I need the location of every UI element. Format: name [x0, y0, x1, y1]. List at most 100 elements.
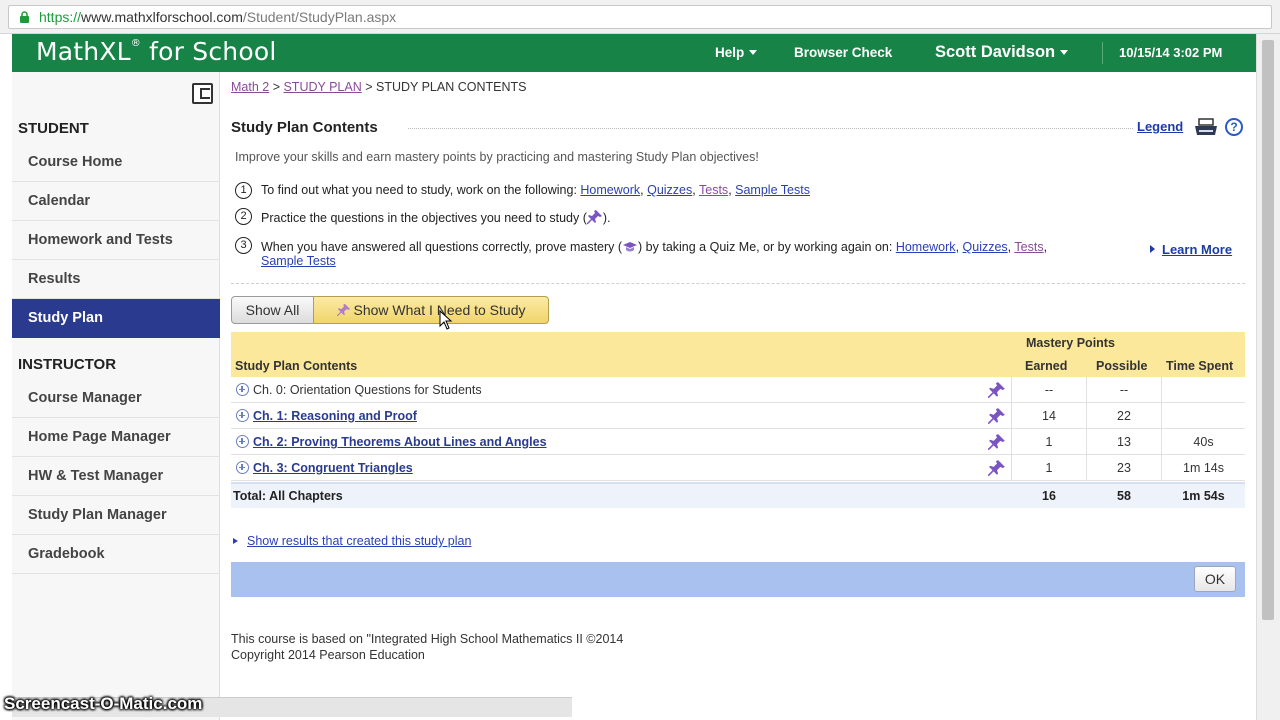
step-2-text-before: Practice the questions in the objectives… — [261, 211, 587, 225]
earned-header: Earned — [1025, 359, 1068, 373]
lock-icon — [20, 11, 29, 23]
homework-link[interactable]: Homework — [896, 240, 956, 254]
triangle-right-icon — [233, 538, 238, 544]
breadcrumb-current: STUDY PLAN CONTENTS — [375, 80, 527, 94]
total-label: Total: All Chapters — [233, 489, 343, 503]
page-title: Study Plan Contents — [231, 119, 378, 136]
show-results-link[interactable]: Show results that created this study pla… — [233, 534, 471, 548]
sidebar-item-hw-test-manager[interactable]: HW & Test Manager — [12, 457, 220, 496]
breadcrumb-study-plan-link[interactable]: STUDY PLAN — [283, 80, 361, 94]
table-total-row: Total: All Chapters 16 58 1m 54s — [231, 482, 1245, 508]
ok-button[interactable]: OK — [1194, 566, 1236, 592]
print-icon[interactable] — [1193, 118, 1219, 136]
possible-header: Possible — [1096, 359, 1148, 373]
legend-link[interactable]: Legend — [1137, 119, 1183, 134]
show-what-i-need-button[interactable]: Show What I Need to Study — [313, 296, 549, 324]
url-path: /Student/StudyPlan.aspx — [242, 9, 397, 25]
sidebar-item-study-plan[interactable]: Study Plan — [12, 299, 220, 338]
browser-check-label: Browser Check — [794, 45, 893, 60]
sidebar-item-gradebook[interactable]: Gradebook — [12, 535, 220, 574]
table-row: Ch. 2: Proving Theorems About Lines and … — [231, 429, 1245, 455]
tests-link[interactable]: Tests — [699, 183, 728, 197]
sidebar-item-home-page-manager[interactable]: Home Page Manager — [12, 418, 220, 457]
title-divider — [408, 128, 1133, 129]
sidebar-item-results[interactable]: Results — [12, 260, 220, 299]
pushpin-icon — [336, 303, 350, 317]
mouse-cursor-icon — [439, 310, 453, 330]
quizzes-link[interactable]: Quizzes — [647, 183, 692, 197]
chapter-name: Ch. 0: Orientation Questions for Student… — [253, 383, 482, 397]
pushpin-icon — [988, 408, 1005, 424]
main-content: Math 2 > STUDY PLAN > STUDY PLAN CONTENT… — [220, 72, 1256, 720]
step-text: Practice the questions in the objectives… — [261, 209, 611, 225]
app-header: MathXL® for School Help Browser Check Sc… — [12, 34, 1256, 72]
sidebar-item-course-manager[interactable]: Course Manager — [12, 379, 220, 418]
step-3-text-before: When you have answered all questions cor… — [261, 240, 623, 254]
app-logo[interactable]: MathXL® for School — [36, 37, 276, 66]
url-host: www.mathxlforschool.com — [81, 9, 243, 25]
possible-cell: 13 — [1117, 435, 1131, 449]
help-icon[interactable]: ? — [1225, 118, 1243, 136]
show-all-button[interactable]: Show All — [231, 296, 314, 324]
quizzes-link[interactable]: Quizzes — [963, 240, 1008, 254]
earned-cell: 1 — [1045, 435, 1053, 449]
expand-icon[interactable] — [236, 435, 249, 448]
scrollbar-thumb[interactable] — [1262, 40, 1274, 620]
sample-tests-link[interactable]: Sample Tests — [261, 254, 336, 268]
watermark: Screencast-O-Matic.com — [4, 694, 203, 713]
intro-text: Improve your skills and earn mastery poi… — [235, 150, 759, 164]
expand-icon[interactable] — [236, 383, 249, 396]
logo-suffix: for School — [141, 37, 277, 66]
action-bar: OK — [231, 562, 1245, 597]
time-spent-header: Time Spent — [1166, 359, 1234, 373]
expand-icon[interactable] — [236, 461, 249, 474]
step-number: 2 — [235, 208, 252, 225]
expand-icon[interactable] — [236, 409, 249, 422]
learn-more-link[interactable]: Learn More — [1150, 242, 1232, 257]
sidebar-item-study-plan-manager[interactable]: Study Plan Manager — [12, 496, 220, 535]
vertical-scrollbar[interactable] — [1256, 34, 1280, 720]
logo-text: MathXL — [36, 37, 131, 66]
total-earned: 16 — [1042, 489, 1056, 503]
total-time: 1m 54s — [1182, 489, 1225, 503]
collapse-sidebar-icon[interactable] — [192, 83, 213, 104]
table-row: Ch. 0: Orientation Questions for Student… — [231, 377, 1245, 403]
table-row: Ch. 3: Congruent Triangles 1 23 1m 14s — [231, 455, 1245, 481]
breadcrumb-sep: > — [361, 80, 376, 94]
course-note: This course is based on "Integrated High… — [231, 632, 624, 646]
student-heading: STUDENT — [18, 120, 89, 137]
chapter-link[interactable]: Ch. 2: Proving Theorems About Lines and … — [253, 435, 547, 449]
step-2-text-after: ). — [602, 211, 611, 225]
pushpin-icon — [586, 210, 602, 224]
sidebar-item-homework-tests[interactable]: Homework and Tests — [12, 221, 220, 260]
user-name: Scott Davidson — [935, 43, 1056, 61]
header-divider — [1102, 42, 1103, 64]
sidebar-item-calendar[interactable]: Calendar — [12, 182, 220, 221]
chapter-link[interactable]: Ch. 3: Congruent Triangles — [253, 461, 413, 475]
address-field[interactable]: https://www.mathxlforschool.com/Student/… — [8, 5, 1272, 29]
step-number: 3 — [235, 237, 252, 254]
chapter-link[interactable]: Ch. 1: Reasoning and Proof — [253, 409, 417, 423]
instructor-heading: INSTRUCTOR — [18, 356, 117, 373]
possible-cell: 23 — [1117, 461, 1131, 475]
help-label: Help — [715, 45, 745, 60]
divider — [231, 283, 1245, 284]
tests-link[interactable]: Tests — [1014, 240, 1043, 254]
user-menu[interactable]: Scott Davidson — [935, 43, 1069, 62]
time-cell: 40s — [1193, 435, 1214, 449]
learn-more-label: Learn More — [1162, 242, 1233, 257]
breadcrumb-course-link[interactable]: Math 2 — [231, 80, 269, 94]
sidebar-item-course-home[interactable]: Course Home — [12, 143, 220, 182]
url-protocol: https:// — [39, 9, 82, 25]
browser-url-bar: https://www.mathxlforschool.com/Student/… — [0, 0, 1280, 34]
earned-cell: 1 — [1045, 461, 1053, 475]
browser-check-link[interactable]: Browser Check — [794, 45, 892, 60]
chevron-down-icon — [749, 50, 758, 55]
help-menu[interactable]: Help — [715, 45, 758, 60]
pushpin-icon — [988, 382, 1005, 398]
sample-tests-link[interactable]: Sample Tests — [735, 183, 810, 197]
earned-cell: 14 — [1042, 409, 1056, 423]
breadcrumb: Math 2 > STUDY PLAN > STUDY PLAN CONTENT… — [231, 80, 526, 94]
step-text: When you have answered all questions cor… — [261, 240, 1048, 268]
homework-link[interactable]: Homework — [580, 183, 640, 197]
